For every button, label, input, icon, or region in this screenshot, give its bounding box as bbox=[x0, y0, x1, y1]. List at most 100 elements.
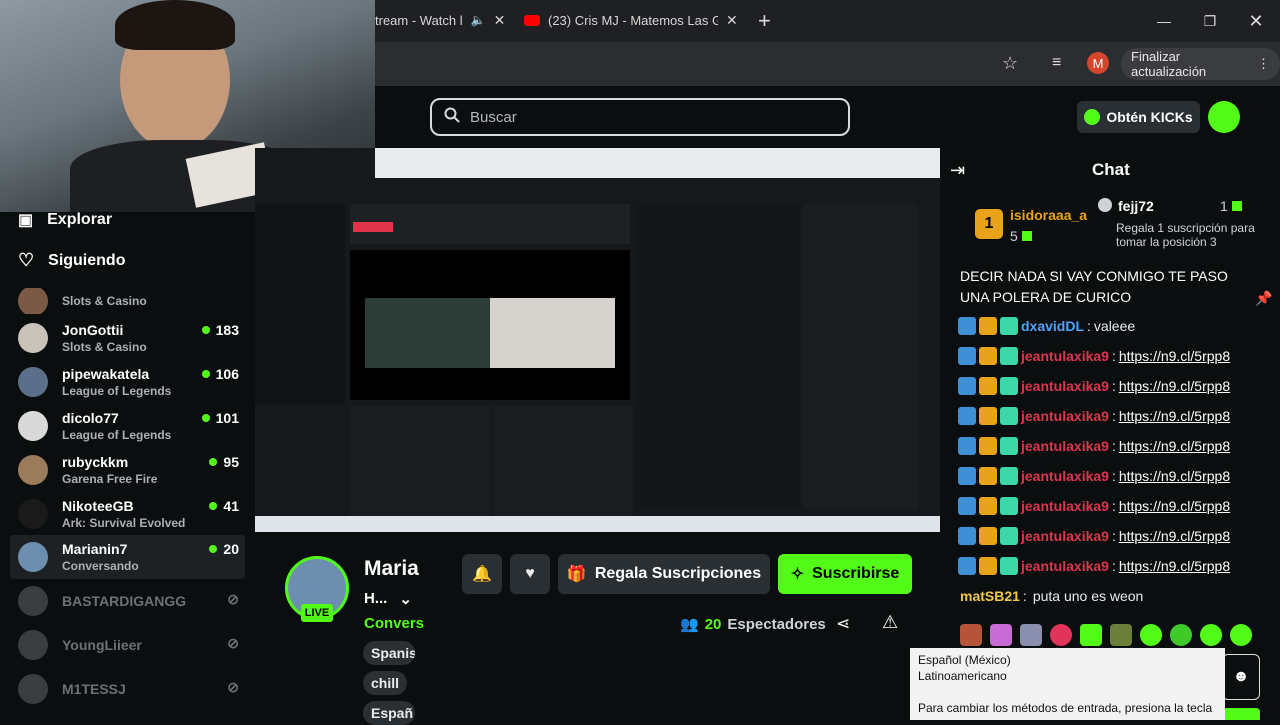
sidebar-channel-rubyckkm[interactable]: rubyckkm Garena Free Fire 95 bbox=[10, 448, 245, 492]
sidebar-channel-partial[interactable]: Slots & Casino bbox=[10, 288, 245, 314]
channel-name: BASTARDIGANGG bbox=[62, 593, 187, 609]
chat-text: puta uno es weon bbox=[1032, 588, 1144, 604]
nav-explore[interactable]: ▣ Explorar bbox=[18, 210, 112, 230]
chat-link[interactable]: https://n9.cl/5rpp8 bbox=[1119, 466, 1230, 486]
profile-avatar[interactable]: M bbox=[1087, 52, 1109, 74]
star-icon[interactable]: ☆ bbox=[1002, 53, 1018, 74]
maximize-icon[interactable]: ❐ bbox=[1194, 8, 1226, 34]
browser-tab-1[interactable]: tream - Watch l 🔈 ✕ bbox=[375, 4, 510, 36]
sidebar-channel-nikoteegb[interactable]: NikoteeGB Ark: Survival Evolved 41 bbox=[10, 492, 245, 536]
emote-icon[interactable] bbox=[960, 624, 982, 646]
chat-username[interactable]: dxavidDL bbox=[1021, 316, 1084, 336]
get-kicks-button[interactable]: Obtén KICKs bbox=[1077, 101, 1200, 133]
channel-name[interactable]: Maria bbox=[364, 557, 419, 581]
viewer-count-value: 101 bbox=[215, 410, 239, 426]
chat-link[interactable]: https://n9.cl/5rpp8 bbox=[1119, 556, 1230, 576]
chat-link[interactable]: https://n9.cl/5rpp8 bbox=[1119, 496, 1230, 516]
stream-video[interactable] bbox=[255, 148, 940, 532]
tag-pill[interactable]: chill bbox=[363, 671, 408, 695]
tag-pill[interactable]: Españ bbox=[363, 701, 415, 725]
sidebar-channel-offline[interactable]: M1TESSJ ⊘ bbox=[10, 667, 245, 711]
emote-icon[interactable] bbox=[1230, 624, 1252, 646]
close-window-icon[interactable]: ✕ bbox=[1240, 8, 1272, 34]
minimize-icon[interactable]: — bbox=[1148, 8, 1180, 34]
chat-message: matSB21: puta uno es weon bbox=[960, 586, 1144, 606]
sidebar-channel-dicolo77[interactable]: dicolo77 League of Legends 101 bbox=[10, 404, 245, 448]
send-button[interactable] bbox=[1222, 708, 1260, 720]
chat-username[interactable]: jeantulaxika9 bbox=[1021, 406, 1109, 426]
moderator-badge-icon bbox=[958, 317, 976, 335]
search-input[interactable]: Buscar bbox=[430, 98, 850, 136]
chat-message: dxavidDL: valeee bbox=[958, 316, 1135, 336]
chevron-down-icon[interactable]: ⌄ bbox=[399, 590, 412, 608]
chat-username[interactable]: jeantulaxika9 bbox=[1021, 376, 1109, 396]
emote-icon[interactable] bbox=[1080, 624, 1102, 646]
chat-link[interactable]: https://n9.cl/5rpp8 bbox=[1119, 436, 1230, 456]
crown-badge-icon bbox=[979, 347, 997, 365]
chat-link[interactable]: https://n9.cl/5rpp8 bbox=[1119, 526, 1230, 546]
shared-chat bbox=[635, 204, 800, 509]
update-button[interactable]: Finalizar actualización ⋮ bbox=[1121, 48, 1280, 80]
report-icon[interactable]: ⚠ bbox=[882, 612, 898, 633]
top-gifter-name[interactable]: isidoraaa_a bbox=[1010, 207, 1087, 223]
chat-username[interactable]: jeantulaxika9 bbox=[1021, 466, 1109, 486]
chat-username[interactable]: jeantulaxika9 bbox=[1021, 346, 1109, 366]
live-dot bbox=[201, 370, 210, 378]
subscriber-badge-icon bbox=[1000, 407, 1018, 425]
chat-username[interactable]: matSB21 bbox=[960, 586, 1020, 606]
gift-subs-label: Regala Suscripciones bbox=[594, 565, 762, 582]
new-tab-icon[interactable]: + bbox=[758, 8, 771, 34]
emote-icon[interactable] bbox=[1140, 624, 1162, 646]
person-hair bbox=[115, 0, 235, 50]
media-control-icon[interactable]: ≡ bbox=[1052, 54, 1061, 72]
follow-button[interactable]: ♥ bbox=[510, 554, 550, 594]
second-gifter[interactable]: fejj72 bbox=[1098, 198, 1154, 214]
nav-following[interactable]: ♡ Siguiendo bbox=[18, 250, 125, 271]
subscribe-button[interactable]: ✧ Suscribirse bbox=[778, 554, 912, 594]
pin-icon[interactable]: 📌 bbox=[1255, 290, 1272, 307]
emote-icon[interactable] bbox=[1050, 624, 1072, 646]
subscribe-label: Suscribirse bbox=[812, 565, 900, 582]
live-badge: LIVE bbox=[301, 604, 333, 622]
chat-message: jeantulaxika9: https://n9.cl/5rpp8 bbox=[958, 346, 1230, 366]
shared-mod-actions bbox=[493, 406, 633, 516]
tooltip-language: Español (México) bbox=[918, 653, 1011, 667]
moderator-badge-icon bbox=[958, 557, 976, 575]
notification-bell-button[interactable]: 🔔 bbox=[462, 554, 502, 594]
chat-username[interactable]: jeantulaxika9 bbox=[1021, 556, 1109, 576]
chat-username[interactable]: jeantulaxika9 bbox=[1021, 496, 1109, 516]
emote-icon[interactable] bbox=[1170, 624, 1192, 646]
sidebar-channel-offline[interactable]: BASTARDIGANGG ⊘ bbox=[10, 579, 245, 623]
close-tab-icon[interactable]: ✕ bbox=[494, 12, 506, 29]
close-tab-icon[interactable]: ✕ bbox=[726, 12, 738, 29]
sidebar-channel-marianin7[interactable]: Marianin7 Conversando 20 bbox=[10, 535, 245, 579]
heart-icon: ♡ bbox=[18, 250, 35, 270]
viewer-count-value: 106 bbox=[215, 366, 239, 382]
emote-icon[interactable] bbox=[1200, 624, 1222, 646]
crown-badge-icon bbox=[979, 467, 997, 485]
browser-tab-2[interactable]: (23) Cris MJ - Matemos Las Gan ✕ bbox=[512, 4, 752, 36]
sidebar-channel-pipewakatela[interactable]: pipewakatela League of Legends 106 bbox=[10, 360, 245, 404]
user-avatar[interactable] bbox=[1208, 101, 1240, 133]
tooltip-hint: Para cambiar los métodos de entrada, pre… bbox=[918, 701, 1213, 715]
chat-username[interactable]: jeantulaxika9 bbox=[1021, 526, 1109, 546]
speaker-icon: 🔈 bbox=[470, 13, 486, 27]
chat-link[interactable]: https://n9.cl/5rpp8 bbox=[1119, 376, 1230, 396]
users-icon: 👥 bbox=[680, 616, 699, 633]
emote-icon[interactable] bbox=[990, 624, 1012, 646]
sidebar-channel-jongottii[interactable]: JonGottii Slots & Casino 183 bbox=[10, 316, 245, 360]
stream-category[interactable]: Convers bbox=[364, 615, 424, 632]
chat-link[interactable]: https://n9.cl/5rpp8 bbox=[1119, 346, 1230, 366]
sidebar-channel-offline[interactable]: YoungLiieer ⊘ bbox=[10, 623, 245, 667]
emote-picker-button[interactable]: ☻ bbox=[1222, 654, 1260, 700]
menu-dots-icon: ⋮ bbox=[1257, 56, 1270, 71]
chat-link[interactable]: https://n9.cl/5rpp8 bbox=[1119, 406, 1230, 426]
emote-icon[interactable] bbox=[1110, 624, 1132, 646]
emote-icon[interactable] bbox=[1020, 624, 1042, 646]
offline-icon: ⊘ bbox=[227, 635, 239, 651]
share-icon[interactable]: ⋖ bbox=[836, 614, 850, 634]
chat-username[interactable]: jeantulaxika9 bbox=[1021, 436, 1109, 456]
tag-pill[interactable]: Spanis bbox=[363, 641, 415, 665]
gift-subs-button[interactable]: 🎁 Regala Suscripciones bbox=[558, 554, 770, 594]
collapse-chat-icon[interactable]: ⇥ bbox=[950, 160, 965, 181]
